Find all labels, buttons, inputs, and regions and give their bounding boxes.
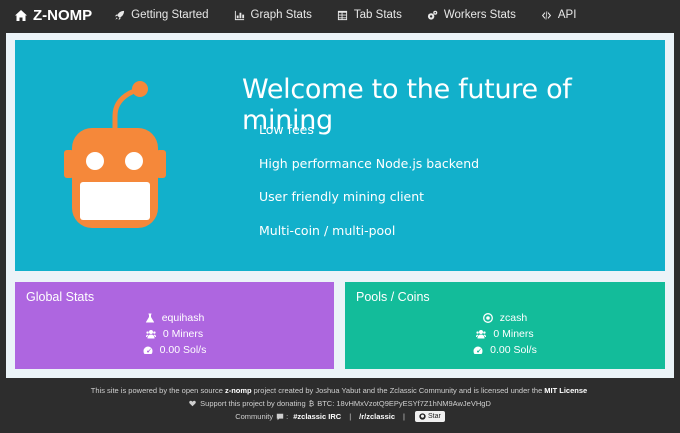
hashrate-row: 0.00 Sol/s bbox=[15, 344, 334, 356]
nav-api[interactable]: API bbox=[541, 9, 577, 21]
feature-item: Multi-coin / multi-pool bbox=[259, 222, 396, 238]
gears-icon bbox=[427, 10, 438, 20]
robot-logo bbox=[64, 81, 166, 228]
dot-circle-icon bbox=[482, 313, 493, 323]
pool-miners-count: 0 Miners bbox=[493, 328, 534, 340]
algorithm-row: equihash bbox=[15, 312, 334, 324]
global-stats-card: Global Stats equihash 0 Miners 0.00 Sol/… bbox=[15, 282, 334, 369]
btc-address: BTC: 18vHMxVzotQ9EPyESYf7Z1hNM9AwJeVHgD bbox=[317, 399, 491, 408]
users-icon bbox=[145, 329, 156, 339]
irc-link[interactable]: #zclassic IRC bbox=[293, 410, 341, 423]
algorithm-value: equihash bbox=[161, 312, 205, 324]
nav-label: API bbox=[557, 9, 577, 21]
bar-chart-icon bbox=[234, 10, 244, 20]
coin-row[interactable]: zcash bbox=[345, 312, 665, 324]
feature-item: User friendly mining client bbox=[259, 189, 425, 204]
pools-card: Pools / Coins zcash 0 Miners 0.00 Sol/s bbox=[345, 282, 665, 369]
comments-icon bbox=[276, 413, 284, 420]
reddit-link[interactable]: /r/zclassic bbox=[359, 410, 395, 423]
footer-donate: Support this project by donating ₿ BTC: … bbox=[0, 397, 680, 410]
nav-label: Tab Stats bbox=[353, 9, 402, 21]
nav-label: Getting Started bbox=[131, 9, 209, 21]
coin-name: zcash bbox=[499, 312, 528, 324]
nav-label: Workers Stats bbox=[443, 9, 516, 21]
pool-hashrate-value: 0.00 Sol/s bbox=[490, 344, 537, 356]
pool-miners-row: 0 Miners bbox=[345, 328, 665, 340]
main-container: Welcome to the future of mining Low fees… bbox=[6, 33, 674, 378]
tachometer-icon bbox=[143, 345, 153, 355]
footer-text: Support this project by donating bbox=[200, 399, 306, 408]
brand-link[interactable]: Z-NOMP bbox=[14, 7, 92, 24]
miners-row: 0 Miners bbox=[15, 328, 334, 340]
nav-label: Graph Stats bbox=[250, 9, 312, 21]
hashrate-value: 0.00 Sol/s bbox=[159, 344, 207, 356]
miners-count: 0 Miners bbox=[162, 328, 204, 340]
table-icon bbox=[337, 10, 347, 20]
nav-getting-started[interactable]: Getting Started bbox=[114, 9, 209, 21]
github-star-button[interactable]: Star bbox=[414, 411, 445, 422]
heart-icon bbox=[189, 400, 196, 407]
home-icon bbox=[15, 9, 27, 21]
nav-workers-stats[interactable]: Workers Stats bbox=[427, 9, 516, 21]
pools-title: Pools / Coins bbox=[356, 290, 430, 304]
navbar: Z-NOMP Getting Started Graph Stats Tab S… bbox=[0, 0, 680, 30]
tachometer-icon bbox=[473, 345, 483, 355]
nav-graph-stats[interactable]: Graph Stats bbox=[234, 9, 312, 21]
bitcoin-icon: ₿ bbox=[308, 399, 315, 408]
star-label: Star bbox=[427, 413, 441, 420]
global-stats-title: Global Stats bbox=[26, 290, 95, 304]
hero-banner: Welcome to the future of mining Low fees… bbox=[15, 40, 665, 271]
znomp-link[interactable]: z-nomp bbox=[225, 384, 252, 397]
footer-community: Community : #zclassic IRC | /r/zclassic … bbox=[0, 410, 680, 423]
pool-hashrate-row: 0.00 Sol/s bbox=[345, 344, 665, 356]
footer-credits: This site is powered by the open source … bbox=[0, 384, 680, 397]
flask-icon bbox=[145, 313, 155, 323]
feature-item: High performance Node.js backend bbox=[259, 155, 480, 171]
footer: This site is powered by the open source … bbox=[0, 384, 680, 433]
feature-item: Low fees bbox=[259, 122, 314, 137]
mit-license-link[interactable]: MIT License bbox=[544, 384, 587, 397]
footer-text: Community bbox=[235, 412, 274, 421]
github-icon bbox=[419, 413, 426, 420]
code-icon bbox=[541, 10, 551, 20]
footer-text: project created by Joshua Yabut and the … bbox=[253, 386, 543, 395]
footer-text: This site is powered by the open source bbox=[90, 386, 223, 395]
feature-list: Low fees High performance Node.js backen… bbox=[259, 122, 479, 256]
users-icon bbox=[476, 329, 487, 339]
brand-label: Z-NOMP bbox=[33, 6, 93, 24]
nav-tab-stats[interactable]: Tab Stats bbox=[337, 9, 402, 21]
rocket-icon bbox=[115, 10, 125, 20]
